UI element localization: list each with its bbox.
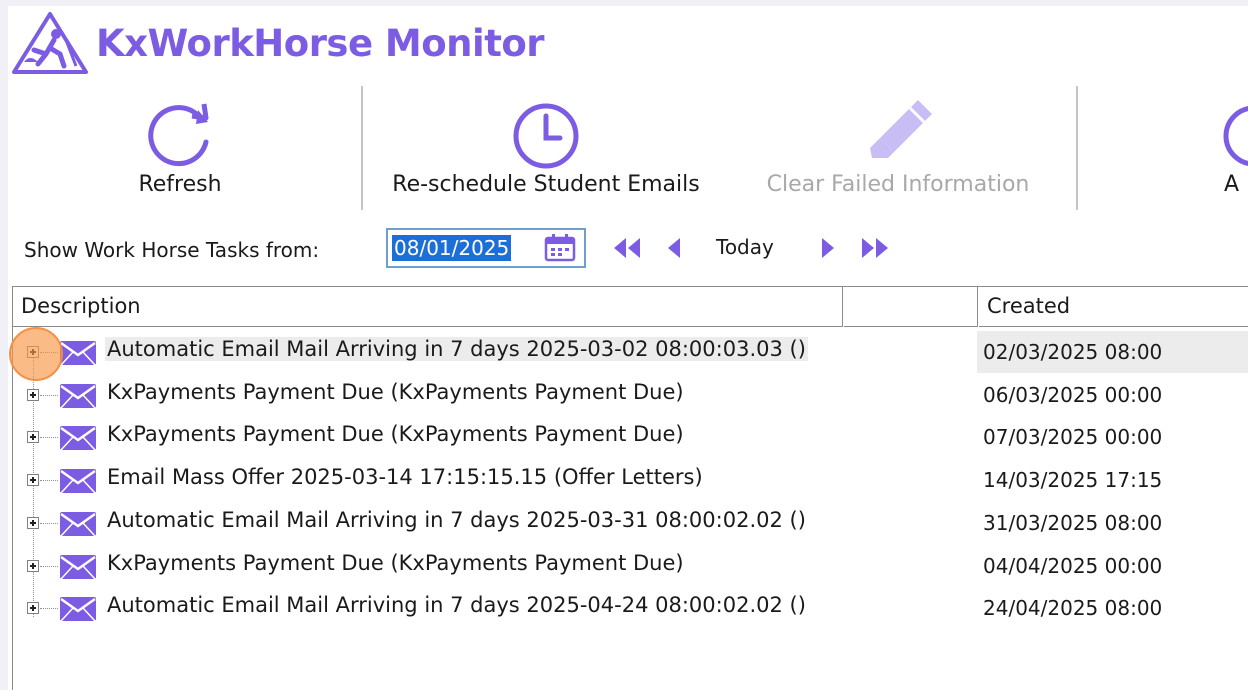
task-created: 02/03/2025 08:00 [983,340,1163,364]
tree-line [40,480,58,482]
tree-line [40,608,58,610]
expand-icon[interactable] [27,474,39,487]
clear-failed-label: Clear Failed Information [766,172,1030,197]
mail-icon [60,511,96,537]
tree-line [40,394,58,396]
toolbar-separator [361,86,363,210]
tasks-grid: Description Created Automatic Email Mail… [9,286,1248,690]
column-header-label: Description [21,294,141,318]
task-created: 31/03/2025 08:00 [983,510,1163,535]
calendar-icon[interactable] [544,234,576,262]
date-value: 08/01/2025 [392,235,512,261]
partial-toolbar-button[interactable]: A [1204,92,1248,212]
column-header-created[interactable]: Created [979,287,1248,327]
table-row[interactable]: Automatic Email Mail Arriving in 7 days … [13,587,1248,629]
eraser-icon [870,100,932,158]
today-button[interactable]: Today [716,235,774,259]
step-forward-icon[interactable] [818,234,838,262]
reschedule-emails-button[interactable]: Re-schedule Student Emails [378,92,714,212]
expand-icon[interactable] [27,602,39,615]
expand-icon[interactable] [27,431,39,444]
circle-icon [1223,106,1248,166]
table-row[interactable]: Email Mass Offer 2025-03-14 17:15:15.15 … [13,459,1248,501]
tree-line [40,565,58,567]
mail-icon [60,426,96,451]
step-back-icon[interactable] [664,234,684,262]
refresh-label: Refresh [138,172,222,197]
mail-icon [60,554,96,580]
mail-icon [60,383,96,409]
table-row[interactable]: KxPayments Payment Due (KxPayments Payme… [13,374,1248,416]
table-row[interactable]: Automatic Email Mail Arriving in 7 days … [13,502,1248,544]
date-filter-label: Show Work Horse Tasks from: [24,238,320,262]
partial-toolbar-label: A [1224,172,1240,197]
mail-icon [60,341,96,366]
refresh-icon [148,103,209,167]
table-row[interactable]: KxPayments Payment Due (KxPayments Payme… [13,545,1248,587]
task-description: Automatic Email Mail Arriving in 7 days … [107,507,806,532]
tree-line [40,522,58,524]
task-description: KxPayments Payment Due (KxPayments Payme… [107,550,684,575]
expand-icon[interactable] [27,516,39,529]
task-description: Automatic Email Mail Arriving in 7 days … [107,593,806,618]
task-created: 14/03/2025 17:15 [983,468,1163,493]
tree-line [40,437,58,439]
expand-icon[interactable] [27,559,39,572]
skip-back-icon[interactable] [610,234,642,262]
clear-failed-button[interactable]: Clear Failed Information [750,92,1046,212]
task-created: 06/03/2025 00:00 [983,382,1163,407]
mail-icon [60,597,96,622]
refresh-button[interactable]: Refresh [118,92,242,212]
column-header-blank[interactable] [844,287,978,327]
task-description: Email Mass Offer 2025-03-14 17:15:15.15 … [107,465,703,490]
toolbar-separator [1076,86,1078,210]
task-description: KxPayments Payment Due (KxPayments Payme… [107,379,684,404]
expand-icon[interactable] [27,388,39,401]
task-description: Automatic Email Mail Arriving in 7 days … [105,337,808,361]
table-row[interactable]: Automatic Email Mail Arriving in 7 days … [13,331,1248,373]
column-header-label: Created [987,294,1071,318]
skip-forward-icon[interactable] [860,234,892,262]
worker-warning-icon [12,12,88,74]
app-title: KxWorkHorse Monitor [96,22,545,65]
date-input[interactable]: 08/01/2025 [386,228,586,268]
reschedule-label: Re-schedule Student Emails [392,172,700,197]
table-row[interactable]: KxPayments Payment Due (KxPayments Payme… [13,416,1248,458]
column-header-description[interactable]: Description [13,287,843,327]
task-created: 04/04/2025 00:00 [983,553,1163,578]
task-created: 07/03/2025 00:00 [983,425,1163,450]
task-description: KxPayments Payment Due (KxPayments Payme… [107,422,684,447]
task-created: 24/04/2025 08:00 [983,596,1163,621]
app-window: KxWorkHorse Monitor Refresh Re-schedule … [8,6,1248,690]
clock-icon [513,103,579,169]
click-indicator [9,327,63,381]
mail-icon [60,469,96,494]
